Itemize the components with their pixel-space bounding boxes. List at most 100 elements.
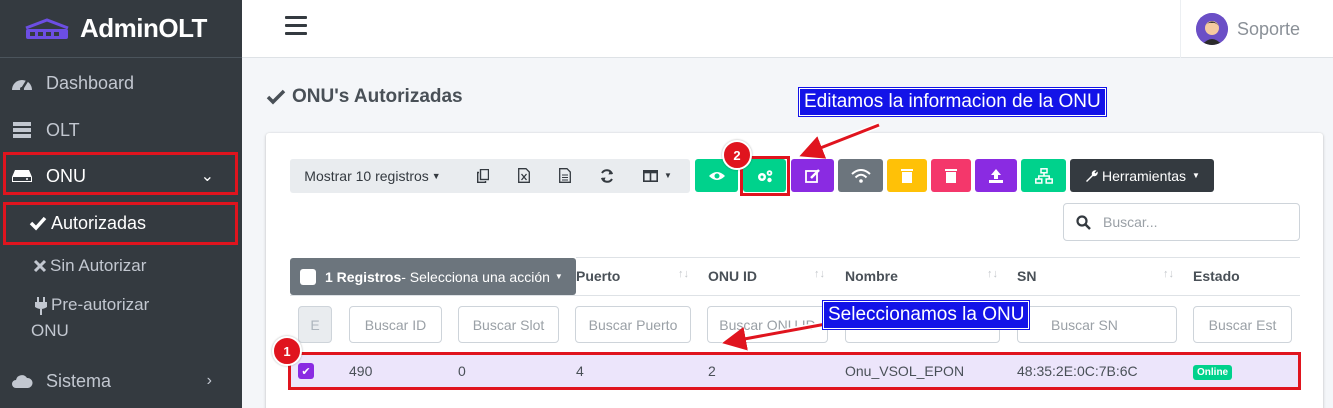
wrench-icon — [1086, 169, 1098, 182]
topbar: Soporte — [242, 0, 1333, 58]
sidebar-item-sistema[interactable]: Sistema › — [0, 368, 242, 394]
sidebar-item-olt[interactable]: OLT — [0, 117, 242, 143]
sidebar-item-label: OLT — [46, 119, 80, 140]
sidebar-item-onu[interactable]: ONU ⌄ — [0, 163, 242, 189]
sitemap-icon — [1034, 167, 1053, 184]
table-header-border — [576, 257, 1300, 258]
menu-toggle-icon[interactable] — [285, 16, 307, 36]
column-header-estado[interactable]: Estado — [1193, 268, 1240, 284]
annotation-callout-edit: Editamos la informacion de la ONU — [799, 88, 1106, 116]
check-icon — [266, 89, 286, 105]
filter-slot-input[interactable]: Buscar Slot — [458, 306, 559, 343]
sidebar-item-pre-autorizar[interactable]: Pre-autorizar ONU — [0, 295, 242, 347]
upload-button[interactable] — [975, 159, 1017, 192]
cell-name: Onu_VSOL_EPON — [845, 363, 965, 379]
page-title-text: ONU's Autorizadas — [292, 86, 463, 107]
trash-icon — [945, 169, 957, 183]
hdd-icon — [11, 165, 33, 187]
sidebar-item-label: Sin Autorizar — [50, 256, 147, 275]
wifi-icon — [850, 168, 871, 183]
caret-down-icon: ▼ — [664, 171, 672, 180]
columns-button[interactable]: ▼ — [635, 159, 680, 192]
server-icon — [11, 119, 33, 141]
gauge-icon — [11, 72, 33, 94]
filter-placeholder: Buscar Slot — [472, 316, 545, 333]
table-header-divider — [290, 295, 1300, 296]
row-checkbox[interactable]: ✔ — [298, 363, 314, 379]
sidebar-item-label-line2: ONU — [31, 321, 69, 340]
show-records-dropdown[interactable]: Mostrar 10 registros ▼ — [290, 159, 455, 192]
sort-icon[interactable]: ↑↓ — [678, 268, 689, 280]
plug-icon — [0, 297, 47, 315]
sort-icon[interactable]: ↑↓ — [814, 268, 825, 280]
tools-dropdown[interactable]: Herramientas ▼ — [1070, 159, 1214, 192]
show-records-label: Mostrar 10 registros — [304, 167, 429, 184]
search-input[interactable]: Buscar... — [1063, 203, 1300, 241]
filter-placeholder: Buscar Est — [1208, 316, 1277, 333]
filter-checkbox-col[interactable]: E — [298, 306, 332, 343]
filter-puerto-input[interactable]: Buscar Puerto — [575, 306, 691, 343]
select-all-checkbox[interactable] — [300, 268, 316, 285]
cell-sn: 48:35:2E:0C:7B:6C — [1017, 363, 1138, 379]
eye-icon — [708, 171, 725, 180]
filter-estado-input[interactable]: Buscar Est — [1193, 306, 1292, 343]
copy-button[interactable] — [466, 159, 499, 192]
trash-icon — [901, 169, 913, 183]
chevron-right-icon: › — [206, 372, 212, 389]
clear-button[interactable] — [887, 159, 927, 192]
x-icon — [0, 259, 47, 273]
brand-name: AdminOLT — [80, 13, 207, 43]
wifi-button[interactable] — [838, 159, 883, 192]
search-placeholder: Buscar... — [1103, 214, 1158, 230]
cell-onu-id: 2 — [708, 363, 716, 379]
refresh-button[interactable] — [590, 159, 623, 192]
avatar — [1196, 13, 1228, 45]
annotation-callout-select: Seleccionamos la ONU — [823, 301, 1030, 329]
pdf-button[interactable] — [548, 159, 581, 192]
select-action-label: - Selecciona una acción — [401, 268, 550, 285]
columns-icon — [643, 169, 659, 182]
copy-icon — [476, 168, 489, 183]
sidebar-item-label: Sistema — [46, 370, 112, 391]
cloud-icon — [11, 370, 33, 392]
brand[interactable]: AdminOLT — [0, 0, 242, 58]
column-header-onu-id[interactable]: ONU ID — [708, 268, 757, 284]
user-menu[interactable]: Soporte — [1180, 0, 1333, 58]
column-header-nombre[interactable]: Nombre — [845, 268, 898, 284]
caret-down-icon: ▼ — [1192, 171, 1200, 180]
column-header-puerto[interactable]: Puerto — [576, 268, 620, 284]
filter-placeholder: Buscar ONU ID — [719, 316, 816, 333]
excel-button[interactable] — [507, 159, 540, 192]
delete-button[interactable] — [931, 159, 971, 192]
network-button[interactable] — [1021, 159, 1066, 192]
sidebar: AdminOLT Dashboard OLT ONU ⌄ Autorizadas… — [0, 0, 242, 408]
sidebar-item-label: Autorizadas — [51, 212, 147, 233]
page-title: ONU's Autorizadas — [266, 86, 463, 108]
excel-icon — [517, 168, 530, 183]
bulk-action-dropdown[interactable]: 1 Registros - Selecciona una acción ▼ — [290, 258, 576, 295]
sidebar-item-dashboard[interactable]: Dashboard — [0, 70, 242, 96]
sidebar-item-label: ONU — [46, 165, 86, 186]
status-badge: Online — [1193, 365, 1233, 380]
file-icon — [558, 168, 571, 183]
user-name: Soporte — [1237, 18, 1301, 39]
brand-logo-icon — [22, 17, 72, 40]
sidebar-item-sin-autorizar[interactable]: Sin Autorizar — [0, 253, 242, 279]
cell-id: 490 — [349, 363, 373, 379]
filter-sn-input[interactable]: Buscar SN — [1017, 306, 1177, 343]
annotation-step-1: 1 — [272, 336, 302, 366]
filter-placeholder: Buscar ID — [364, 316, 427, 333]
sort-icon[interactable]: ↑↓ — [1163, 268, 1174, 280]
column-header-sn[interactable]: SN — [1017, 268, 1036, 284]
refresh-icon — [600, 168, 613, 183]
table-row[interactable] — [288, 352, 1301, 390]
sidebar-item-autorizadas[interactable]: Autorizadas — [0, 210, 242, 236]
cell-slot: 0 — [458, 363, 466, 379]
check-icon — [0, 215, 47, 231]
filter-onu-id-input[interactable]: Buscar ONU ID — [707, 306, 828, 343]
filter-id-input[interactable]: Buscar ID — [349, 306, 442, 343]
chevron-down-icon: ⌄ — [200, 168, 214, 185]
edit-button[interactable] — [791, 159, 834, 192]
filter-label: E — [310, 316, 320, 333]
sort-icon[interactable]: ↑↓ — [987, 268, 998, 280]
